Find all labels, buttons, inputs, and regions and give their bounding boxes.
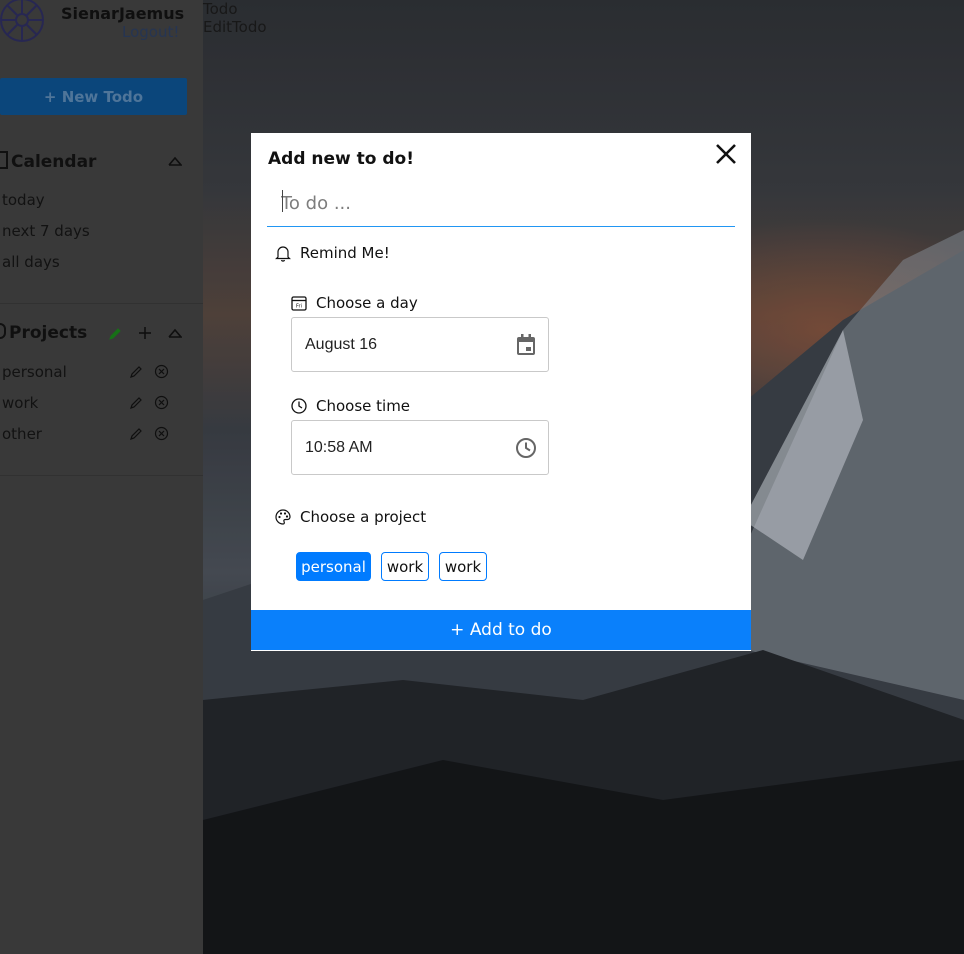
chevron-up-icon[interactable] [168,156,182,166]
choose-project-label: Choose a project [300,508,427,526]
logout-link[interactable]: Logout! [122,23,179,41]
todo-input[interactable] [267,181,735,227]
svg-text:Fri: Fri [296,304,302,310]
project-chip-work-2[interactable]: work [439,552,487,581]
calendar-title: Calendar [11,152,97,172]
calendar-picker-icon[interactable] [515,333,537,357]
choose-time-row: Choose time [291,397,410,415]
nav-link-edit-todo[interactable]: EditTodo [203,18,267,36]
nav-link-todo[interactable]: Todo [203,0,238,18]
choose-project-row: Choose a project [275,508,426,526]
choose-day-label: Choose a day [316,294,418,312]
palette-icon [275,509,291,525]
sidebar-item-all-days[interactable]: all days [2,253,60,271]
clock-icon[interactable] [515,436,537,460]
sidebar-divider [0,475,203,476]
pencil-icon[interactable] [129,364,144,379]
close-icon[interactable] [713,141,739,167]
projects-section-header[interactable]: Projects [0,323,87,343]
project-item-other[interactable]: other [2,425,42,443]
add-todo-button[interactable]: + Add to do [251,610,751,650]
sidebar-item-next-7-days[interactable]: next 7 days [2,222,90,240]
chevron-up-icon[interactable] [168,328,182,338]
add-todo-modal: Add new to do! Remind Me! Fri Choose a d… [251,133,751,651]
calendar-day-icon: Fri [291,296,307,311]
date-picker-field[interactable]: August 16 [291,317,549,372]
date-value: August 16 [305,335,378,353]
remind-toggle[interactable]: Remind Me! [275,244,390,262]
pencil-icon[interactable] [107,326,123,342]
text-caret [282,190,283,212]
sidebar-item-today[interactable]: today [2,191,45,209]
project-chip-personal[interactable]: personal [296,552,371,581]
remove-circle-icon[interactable] [154,395,169,410]
new-todo-button[interactable]: + New Todo [0,78,187,115]
plus-icon[interactable] [138,326,152,340]
clock-icon [291,398,307,414]
project-item-personal[interactable]: personal [2,363,67,381]
calendar-icon [0,151,8,169]
pencil-icon[interactable] [129,395,144,410]
projects-title: Projects [9,323,88,343]
pencil-icon[interactable] [129,426,144,441]
calendar-section-header[interactable]: Calendar [0,151,96,172]
wheel-avatar-icon[interactable] [0,0,44,44]
remind-label: Remind Me! [300,244,390,262]
choose-day-row: Fri Choose a day [291,294,418,312]
modal-title: Add new to do! [268,149,414,169]
sidebar: SienarJaemus Logout! + New Todo Calendar… [0,0,203,954]
remove-circle-icon[interactable] [154,426,169,441]
time-picker-field[interactable]: 10:58 AM [291,420,549,475]
time-value: 10:58 AM [305,438,373,456]
user-name: SienarJaemus [61,4,185,23]
bell-icon [275,245,291,262]
sidebar-divider [0,303,203,304]
project-item-work[interactable]: work [2,394,38,412]
projects-icon [0,323,6,339]
remove-circle-icon[interactable] [154,364,169,379]
choose-time-label: Choose time [316,397,411,415]
project-chip-work[interactable]: work [381,552,429,581]
